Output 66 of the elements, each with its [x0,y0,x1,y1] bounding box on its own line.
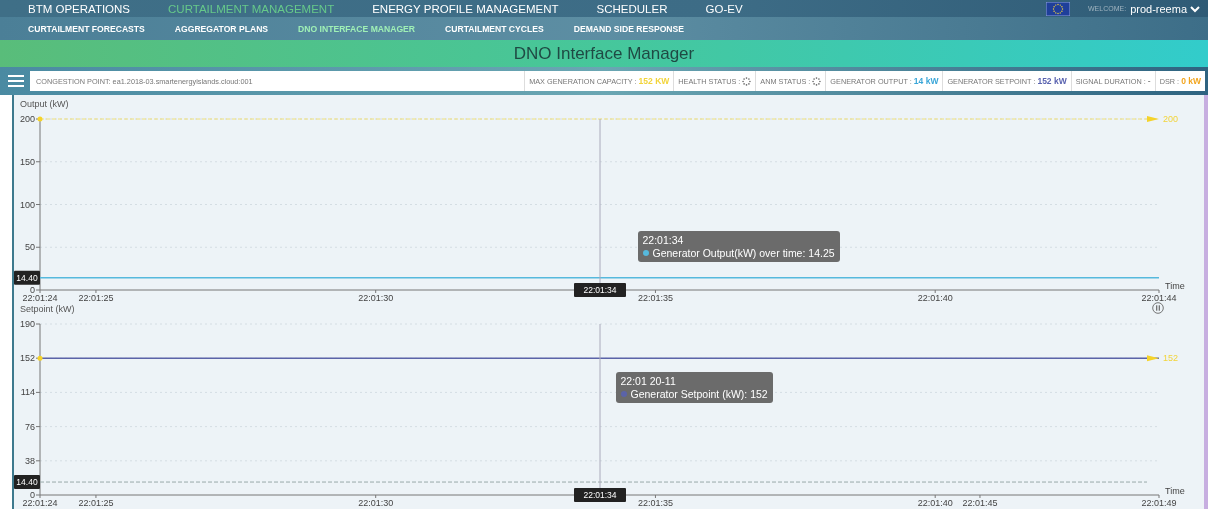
tick-label: 200 [19,114,35,124]
tick-label: 114 [20,387,35,398]
tick-label: 0 [30,490,35,500]
nav-link[interactable]: DNO INTERFACE MANAGER [298,23,416,34]
status-value: 0 kW [1181,76,1201,86]
page-title: DNO Interface Manager [513,43,695,64]
tick-label: 100 [19,199,35,210]
nav-link[interactable]: DEMAND SIDE RESPONSE [573,23,685,34]
value-badge: 14.40 [14,475,40,490]
spinner-icon [812,76,822,86]
nav-link[interactable]: BTM OPERATIONS [28,1,131,16]
tick-label: 22:01:24 [22,293,58,303]
axis-title: Time [1165,486,1185,496]
nav-link[interactable]: ENERGY PROFILE MANAGEMENT [372,1,559,16]
status-value: 14 kW [913,76,939,86]
axis-title: Time [1165,281,1185,291]
status-value: - [1147,76,1151,86]
tick-label: 22:01:25 [78,293,114,303]
tick-label: 190 [19,319,35,329]
nav-link[interactable]: AGGREGATOR PLANS [174,23,269,34]
tick-label: 22:01:24 [22,498,58,508]
tick-label: 22:01:40 [917,293,953,303]
threshold-label: 152 [1163,353,1179,364]
tick-label: 22:01:35 [637,293,673,303]
crosshair: 22:01:34 [573,119,626,297]
tooltip-title: 22:01 20-11 [620,375,677,388]
nav-link[interactable]: CURTAILMENT FORECASTS [28,23,145,34]
tooltip-title: 22:01:34 [642,233,685,246]
tick-label: 76 [25,421,35,432]
chevron-icon [1190,4,1200,13]
arrow-marker [1147,116,1159,122]
tick-label: 22:01:40 [917,498,953,508]
flag-icon[interactable] [1046,1,1070,16]
tick-label: 22:01:35 [637,498,673,508]
tick-label: 22:01:25 [78,498,114,508]
nav-link[interactable]: GO-EV [705,1,743,16]
tick-label: 22:01:49 [1141,498,1177,508]
status-value: 152 kW [1037,76,1067,86]
tick-label: 22:01:30 [358,498,394,508]
tick-label: 38 [25,455,35,466]
value-badge: 14.40 [14,270,40,285]
nav-link[interactable]: SCHEDULER [596,1,668,16]
status-value: 152 KW [638,76,670,86]
tick-label: 22:01:44 [1141,293,1177,303]
tick-label: 150 [19,156,35,167]
tooltip-text: Generator Output(kW) over time: 14.25 [652,246,835,259]
legend-dot [620,391,627,398]
point-marker [37,116,43,122]
axis-title: Output (kW) [20,99,69,109]
threshold-label: 200 [1163,114,1179,124]
tick-label: 152 [19,353,35,364]
arrow-marker [1147,355,1159,362]
legend-dot [642,249,649,256]
tick-label: 0 [30,285,35,295]
nav-link[interactable]: CURTAILMENT MANAGEMENT [168,1,335,16]
menu-icon[interactable] [8,75,24,87]
nav-link[interactable]: CURTAILMENT CYCLES [445,23,544,34]
axis-title: Setpoint (kW) [20,304,75,314]
tick-label: 22:01:45 [962,498,998,508]
tick-label: 50 [25,242,35,253]
spinner-icon [742,76,752,86]
tick-label: 22:01:30 [358,293,394,303]
tooltip-text: Generator Setpoint (kW): 152 [630,388,768,401]
point-marker [37,355,43,361]
user-menu[interactable]: prod-reema [1130,2,1200,15]
pause-icon[interactable] [1152,302,1164,314]
